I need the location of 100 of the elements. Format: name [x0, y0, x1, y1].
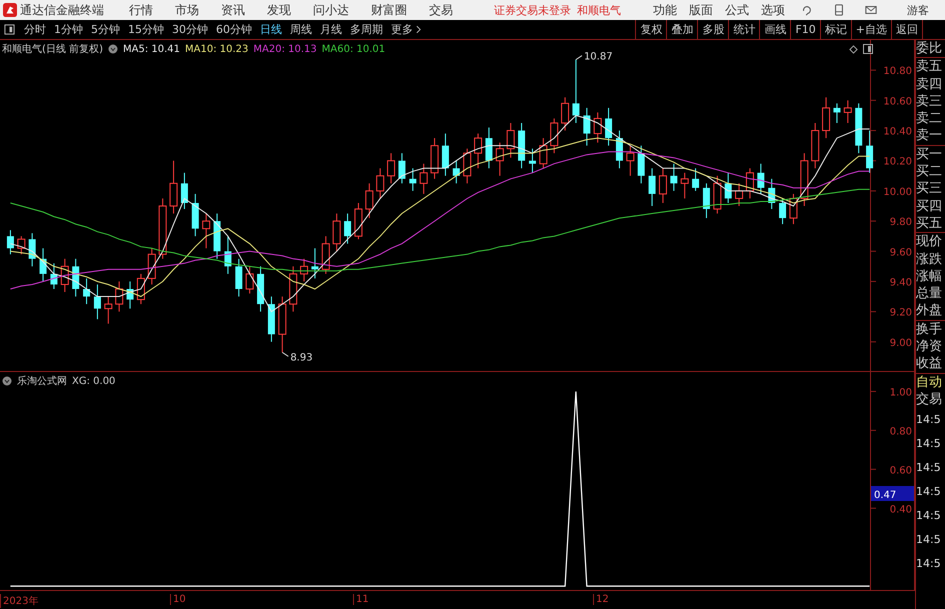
candlestick	[136, 273, 145, 305]
period-tab[interactable]: 15分钟	[128, 22, 164, 37]
app-logo-icon	[3, 3, 17, 17]
candlestick	[94, 284, 101, 320]
quote-field-label: 现价	[916, 233, 943, 251]
candlestick	[322, 236, 330, 274]
quote-field-label: 换手	[916, 320, 943, 338]
trade-time: 14:5	[916, 460, 942, 476]
menu-item[interactable]: 交易	[429, 2, 453, 18]
candlestick	[192, 193, 199, 237]
menu-item[interactable]: 功能	[653, 2, 677, 18]
price-axis-label: 10.60	[883, 96, 912, 108]
candlestick	[268, 296, 275, 342]
candlestick	[735, 182, 744, 206]
candlestick	[866, 130, 874, 174]
candlestick	[420, 163, 428, 194]
candlestick	[811, 122, 820, 169]
trade-time: 14:5	[916, 556, 942, 572]
menu-item[interactable]: 发现	[267, 2, 291, 18]
candlestick	[387, 152, 396, 184]
candlestick	[474, 133, 482, 169]
chart-title: 和顺电气(日线 前复权)	[2, 42, 103, 56]
price-axis-label: 9.80	[890, 217, 912, 228]
quote-field-label: 卖五	[916, 58, 943, 76]
candlestick	[409, 168, 416, 192]
candlestick	[235, 258, 242, 298]
auto-trade-label: 自动	[916, 374, 943, 391]
user-label[interactable]: 游客	[907, 2, 929, 18]
period-tab[interactable]: 月线	[320, 22, 342, 37]
candlestick	[311, 248, 318, 279]
quote-field-label: 买一	[916, 146, 943, 164]
moving-average-legend: MA5: 10.41	[122, 44, 180, 54]
price-axis-label: 10.80	[883, 66, 912, 78]
period-tab[interactable]: 更多	[391, 22, 421, 37]
menu-item[interactable]: 版面	[689, 2, 713, 18]
panel-toggle-icon[interactable]	[863, 44, 873, 54]
mail-icon[interactable]	[865, 4, 877, 16]
candlestick	[638, 145, 645, 184]
period-tab[interactable]: 多周期	[350, 22, 383, 37]
indicator-axis-label: 1.00	[890, 387, 912, 398]
date-axis-label: 2023年	[0, 594, 38, 608]
candlestick	[376, 168, 384, 199]
candlestick	[800, 152, 808, 206]
moving-average-legend: MA60: 10.01	[322, 44, 386, 54]
candlestick	[702, 182, 710, 219]
quote-field-label: 净资	[916, 338, 943, 356]
period-tab[interactable]: 30分钟	[172, 22, 208, 37]
period-tab[interactable]: 分时	[24, 22, 46, 37]
dropdown-circle-icon[interactable]	[108, 44, 118, 54]
candlestick	[822, 96, 830, 139]
candlestick	[202, 213, 210, 249]
menu-item[interactable]: 资讯	[221, 2, 245, 18]
quote-field-label: 买五	[916, 214, 943, 232]
candlestick	[354, 202, 362, 240]
caret-icon	[416, 25, 421, 34]
quote-field-label: 卖二	[916, 110, 943, 128]
menu-item[interactable]: 市场	[175, 2, 199, 18]
candlestick	[713, 175, 722, 214]
candlestick	[463, 148, 472, 184]
candlestick	[605, 107, 612, 146]
candlestick	[572, 59, 580, 124]
menu-item[interactable]: 财富圈	[371, 2, 407, 18]
candlestick	[528, 148, 536, 174]
period-tab[interactable]: 周线	[290, 22, 312, 37]
indicator-reading: XG: 0.00	[72, 376, 116, 386]
candlestick	[550, 118, 558, 154]
period-tab[interactable]: 5分钟	[91, 22, 120, 37]
candlestick	[724, 172, 732, 204]
period-tab[interactable]: 60分钟	[216, 22, 252, 37]
quote-field-label: 总量	[916, 285, 943, 302]
quote-field-label: 外盘	[916, 302, 943, 320]
menu-item[interactable]: 公式	[725, 2, 749, 18]
period-tab[interactable]: 日线	[260, 22, 282, 37]
candlestick	[344, 213, 352, 244]
dropdown-circle-icon[interactable]	[2, 376, 12, 386]
candlestick	[594, 112, 602, 144]
quote-field-label: 收益	[916, 355, 943, 373]
menu-item[interactable]: 选项	[761, 2, 785, 18]
candlestick	[833, 102, 840, 124]
moving-average-legend: MA20: 10.13	[253, 44, 317, 54]
phone-icon[interactable]	[833, 4, 845, 16]
panel-toggle-icon[interactable]	[4, 24, 15, 35]
candlestick	[855, 102, 862, 154]
candlestick	[583, 107, 590, 146]
candlestick	[518, 122, 526, 169]
quote-field-label: 卖四	[916, 76, 943, 93]
candlestick	[539, 138, 548, 169]
price-axis-label: 10.00	[883, 186, 912, 198]
candlestick	[430, 138, 439, 180]
candlestick	[104, 296, 112, 324]
price-axis-label: 9.40	[890, 277, 912, 288]
quote-field-label: 买三	[916, 180, 943, 198]
candlestick	[365, 182, 374, 219]
candlestick	[115, 280, 124, 312]
diamond-icon[interactable]	[849, 45, 858, 54]
menu-item[interactable]: 行情	[129, 2, 153, 18]
menu-item[interactable]: 问小达	[313, 2, 349, 18]
candlestick	[170, 160, 178, 214]
price-axis-label: 10.40	[883, 126, 912, 138]
period-tab[interactable]: 1分钟	[54, 22, 83, 37]
